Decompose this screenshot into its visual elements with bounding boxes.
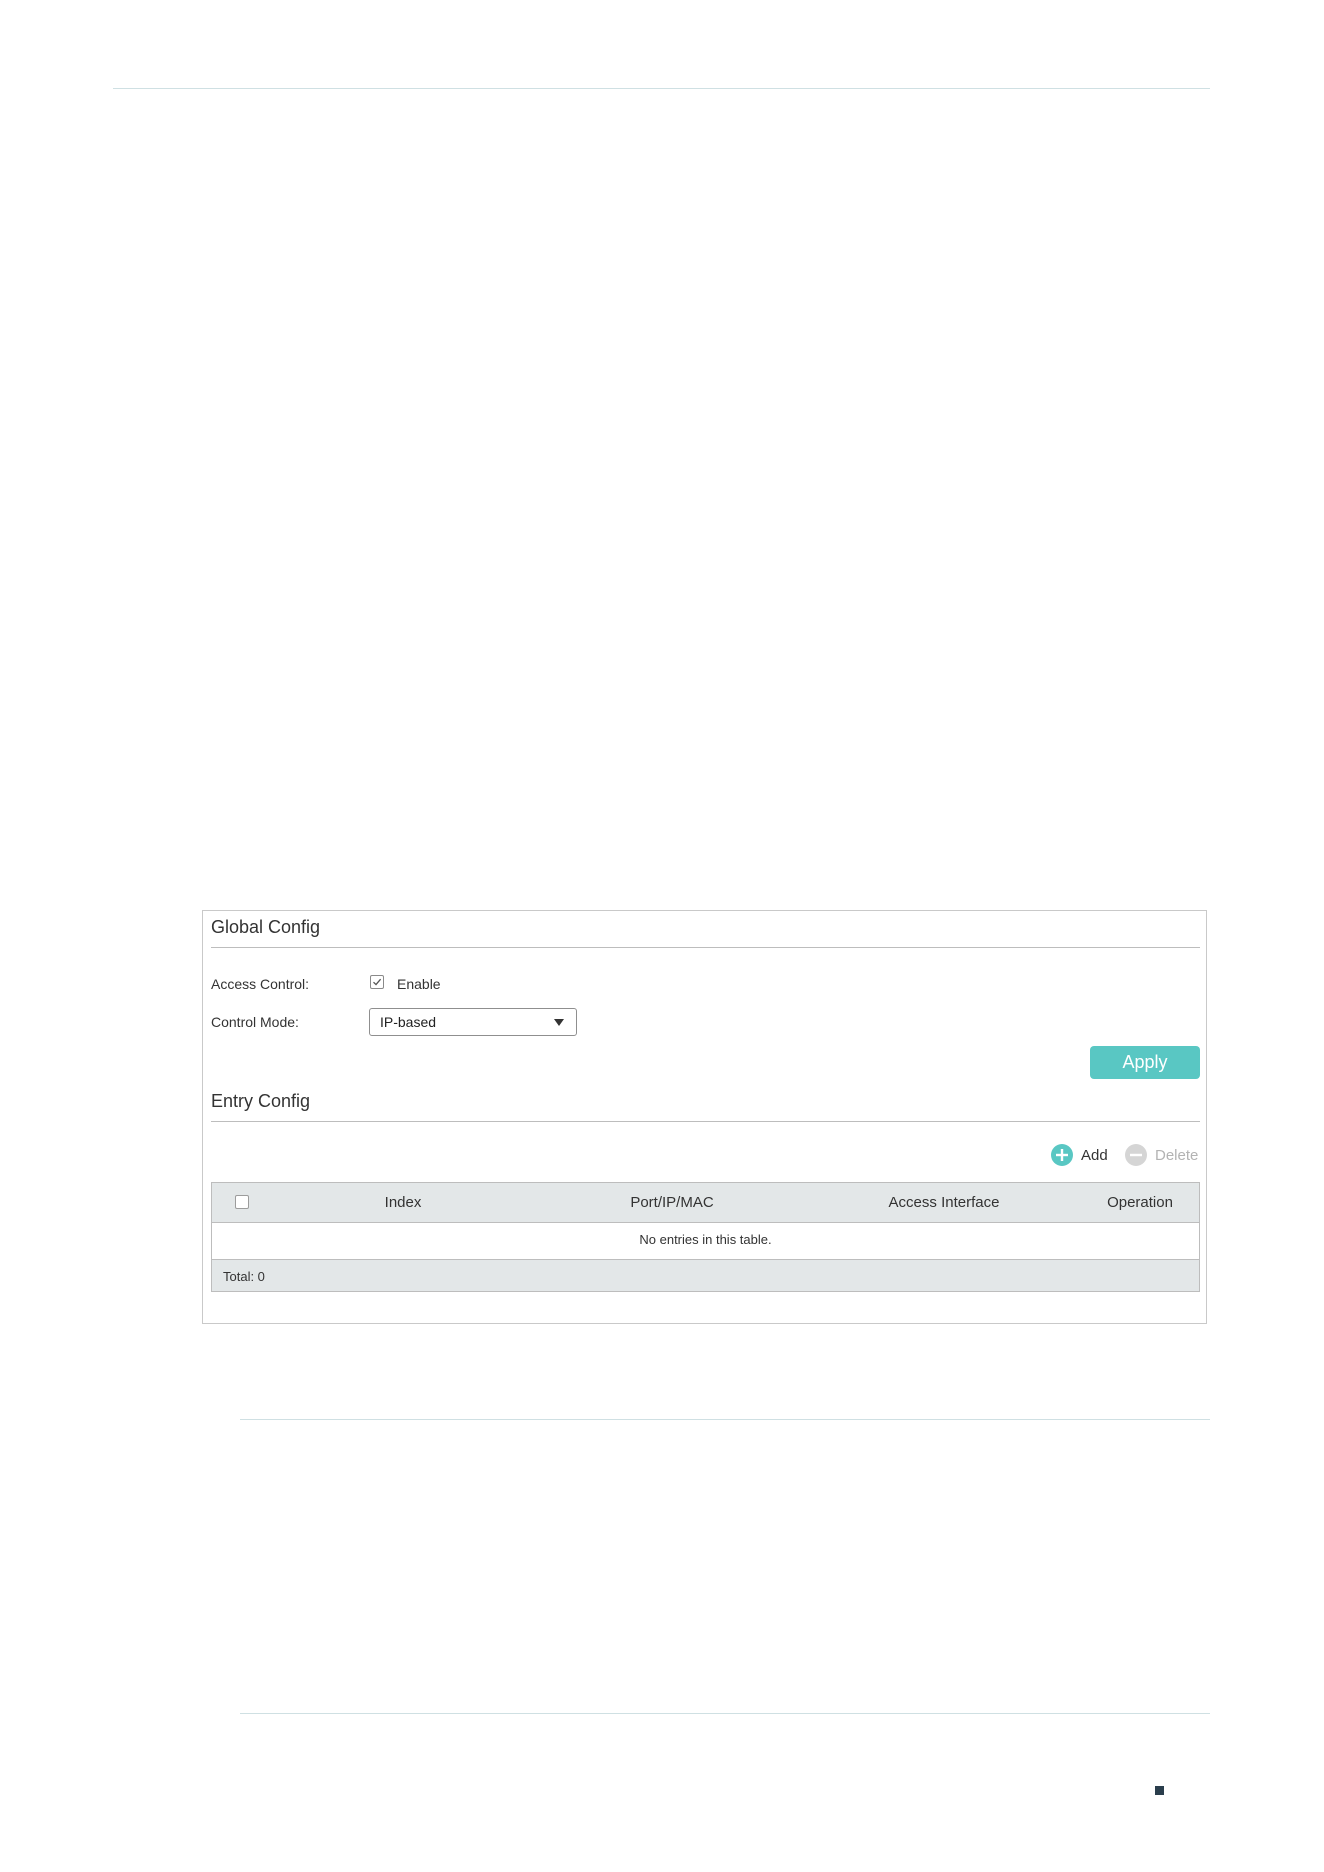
table-header: Index Port/IP/MAC Access Interface Opera… bbox=[212, 1183, 1199, 1223]
top-divider bbox=[113, 88, 1210, 89]
note-top-divider bbox=[240, 1419, 1210, 1420]
control-mode-value: IP-based bbox=[380, 1014, 437, 1030]
minus-circle-icon bbox=[1125, 1144, 1147, 1166]
caret-down-icon bbox=[554, 1019, 564, 1026]
apply-button[interactable]: Apply bbox=[1090, 1046, 1200, 1079]
column-header-operation: Operation bbox=[1107, 1194, 1173, 1211]
table-footer: Total: 0 bbox=[212, 1260, 1199, 1291]
checkmark-icon bbox=[373, 978, 382, 986]
control-mode-label: Control Mode: bbox=[211, 1014, 299, 1030]
entry-config-title: Entry Config bbox=[211, 1091, 311, 1111]
plus-circle-icon bbox=[1051, 1144, 1073, 1166]
delete-label: Delete bbox=[1155, 1146, 1199, 1164]
note-bottom-divider bbox=[240, 1713, 1210, 1714]
control-mode-select[interactable]: IP-based bbox=[369, 1008, 577, 1036]
delete-button[interactable]: Delete bbox=[1125, 1144, 1198, 1166]
entry-config-divider bbox=[211, 1121, 1200, 1122]
column-header-index: Index bbox=[384, 1194, 422, 1211]
table-total-count: Total: 0 bbox=[223, 1269, 265, 1284]
empty-table-message: No entries in this table. bbox=[639, 1232, 772, 1247]
access-control-enable-checkbox[interactable] bbox=[370, 975, 384, 989]
page-marker-square bbox=[1155, 1786, 1164, 1795]
access-control-panel: Global Config Access Control: Enable Con… bbox=[202, 910, 1207, 1324]
access-control-label: Access Control: bbox=[211, 976, 310, 992]
global-config-title: Global Config bbox=[211, 917, 321, 937]
enable-label[interactable]: Enable bbox=[397, 976, 441, 992]
column-header-access-interface: Access Interface bbox=[888, 1194, 1000, 1211]
add-button[interactable]: Add bbox=[1051, 1144, 1108, 1166]
select-all-checkbox[interactable] bbox=[235, 1195, 249, 1209]
entry-table: Index Port/IP/MAC Access Interface Opera… bbox=[211, 1182, 1200, 1292]
global-config-divider bbox=[211, 947, 1200, 948]
column-header-port-ip-mac: Port/IP/MAC bbox=[630, 1194, 714, 1211]
add-label: Add bbox=[1081, 1146, 1108, 1164]
table-empty-row: No entries in this table. bbox=[212, 1223, 1199, 1260]
